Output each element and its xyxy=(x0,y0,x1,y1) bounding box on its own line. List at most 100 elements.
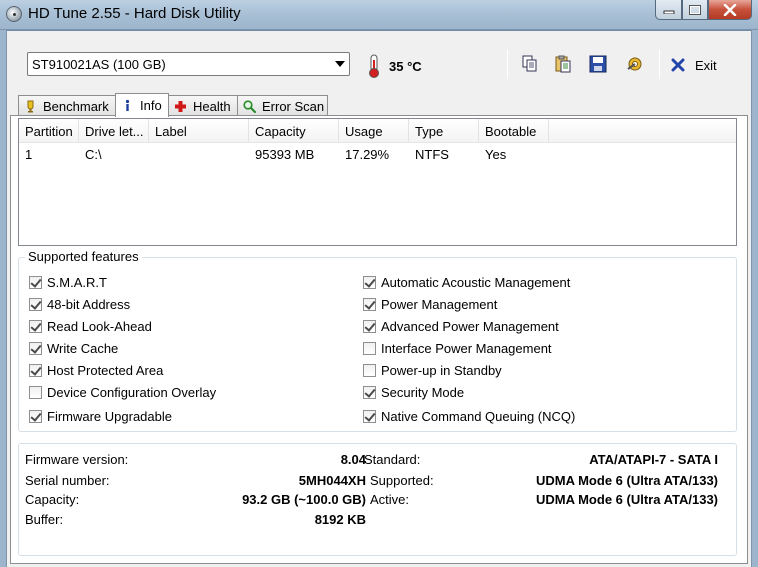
feature-automatic-acoustic-management[interactable]: Automatic Acoustic Management xyxy=(363,275,570,290)
copy-icon[interactable] xyxy=(521,55,539,73)
tab-label: Health xyxy=(193,98,231,114)
info-panel: Partition Drive let... Label Capacity Us… xyxy=(10,115,748,564)
options-icon[interactable] xyxy=(626,55,644,73)
drive-details-group: Firmware version: 8.04 Serial number: 5M… xyxy=(18,443,737,556)
minimize-icon xyxy=(663,10,674,14)
checkbox[interactable] xyxy=(29,276,42,289)
feature-label: Native Command Queuing (NCQ) xyxy=(381,409,576,424)
capacity-cell: 95393 MB xyxy=(255,147,315,162)
maximize-icon xyxy=(689,4,701,15)
close-icon xyxy=(723,3,737,16)
feature-power-up-in-standby[interactable]: Power-up in Standby xyxy=(363,363,502,378)
feature-read-look-ahead[interactable]: Read Look-Ahead xyxy=(29,319,152,334)
checkbox[interactable] xyxy=(29,342,42,355)
tab-label: Error Scan xyxy=(262,98,325,114)
exit-button[interactable]: Exit xyxy=(671,56,717,74)
column-header-partition[interactable]: Partition xyxy=(19,119,79,143)
drive-select-value: ST910021AS (100 GB) xyxy=(32,57,166,72)
feature-label: Power Management xyxy=(381,297,498,312)
feature-label: Power-up in Standby xyxy=(381,363,502,378)
partition-cell: 1 xyxy=(25,147,33,162)
column-header-capacity[interactable]: Capacity xyxy=(249,119,339,143)
capacity-label: Capacity: xyxy=(25,492,80,507)
title-bar[interactable]: HD Tune 2.55 - Hard Disk Utility xyxy=(0,0,758,30)
usage-cell: 17.29% xyxy=(345,147,390,162)
checkbox[interactable] xyxy=(29,298,42,311)
feature-ncq[interactable]: Native Command Queuing (NCQ) xyxy=(363,409,575,424)
checkbox[interactable] xyxy=(363,364,376,377)
tab-label: Benchmark xyxy=(43,98,109,114)
checkbox[interactable] xyxy=(363,276,376,289)
column-header-bootable[interactable]: Bootable xyxy=(479,119,549,143)
tab-info[interactable]: Info xyxy=(115,93,169,117)
drive-select[interactable]: ST910021AS (100 GB) xyxy=(27,52,350,76)
toolbar-separator xyxy=(507,50,508,79)
tab-benchmark[interactable]: Benchmark xyxy=(18,95,116,116)
feature-host-protected-area[interactable]: Host Protected Area xyxy=(29,363,163,378)
firmware-value: 8.04 xyxy=(340,452,366,467)
buffer-value: 8192 KB xyxy=(314,512,366,527)
tab-health[interactable]: Health xyxy=(168,95,238,116)
checkbox[interactable] xyxy=(29,386,42,399)
feature-smart[interactable]: S.M.A.R.T xyxy=(29,275,107,290)
feature-label: Automatic Acoustic Management xyxy=(381,275,571,290)
caption-buttons xyxy=(655,0,752,21)
feature-label: 48-bit Address xyxy=(47,297,131,312)
buffer-label: Buffer: xyxy=(25,512,64,527)
serial-label: Serial number: xyxy=(25,473,110,488)
feature-label: Write Cache xyxy=(47,341,119,356)
standard-label: Standard: xyxy=(364,452,421,467)
health-icon xyxy=(175,100,186,112)
feature-write-cache[interactable]: Write Cache xyxy=(29,341,118,356)
column-header-label[interactable]: Label xyxy=(149,119,249,143)
feature-power-management[interactable]: Power Management xyxy=(363,297,497,312)
supported-mode-value: UDMA Mode 6 (Ultra ATA/133) xyxy=(535,473,718,488)
info-icon xyxy=(125,99,130,111)
feature-label: Read Look-Ahead xyxy=(47,319,152,334)
temperature-readout: 35 °C xyxy=(389,59,422,74)
save-icon[interactable] xyxy=(589,55,607,73)
chevron-down-icon xyxy=(335,61,345,67)
feature-label: Firmware Upgradable xyxy=(47,409,172,424)
window-frame-left xyxy=(0,30,7,567)
feature-label: Interface Power Management xyxy=(381,341,552,356)
app-disk-icon xyxy=(6,6,22,22)
checkbox[interactable] xyxy=(363,342,376,355)
feature-firmware-upgradable[interactable]: Firmware Upgradable xyxy=(29,409,172,424)
error-scan-icon xyxy=(243,99,256,113)
supported-features-group: Supported features S.M.A.R.T 48-bit Addr… xyxy=(18,249,737,432)
serial-value: 5MH044XH xyxy=(298,473,366,488)
checkbox[interactable] xyxy=(363,410,376,423)
feature-label: Device Configuration Overlay xyxy=(47,385,217,400)
thermometer-icon xyxy=(369,54,379,78)
type-cell: NTFS xyxy=(415,147,449,162)
feature-device-configuration-overlay[interactable]: Device Configuration Overlay xyxy=(29,385,216,400)
capacity-value: 93.2 GB (~100.0 GB) xyxy=(242,492,366,507)
tab-label: Info xyxy=(140,98,162,113)
window-frame-right xyxy=(751,30,758,567)
checkbox[interactable] xyxy=(29,410,42,423)
partition-list[interactable]: Partition Drive let... Label Capacity Us… xyxy=(18,118,737,246)
active-mode-label: Active: xyxy=(370,492,410,507)
tab-error-scan[interactable]: Error Scan xyxy=(237,95,328,116)
maximize-button[interactable] xyxy=(682,0,708,20)
checkbox[interactable] xyxy=(363,298,376,311)
standard-value: ATA/ATAPI-7 - SATA I xyxy=(589,452,718,467)
feature-interface-power-management[interactable]: Interface Power Management xyxy=(363,341,552,356)
column-header-usage[interactable]: Usage xyxy=(339,119,409,143)
feature-security-mode[interactable]: Security Mode xyxy=(363,385,464,400)
close-button[interactable] xyxy=(708,0,752,20)
checkbox[interactable] xyxy=(29,364,42,377)
checkbox[interactable] xyxy=(363,386,376,399)
column-header-drive-letter[interactable]: Drive let... xyxy=(79,119,149,143)
minimize-button[interactable] xyxy=(655,0,682,20)
feature-advanced-power-management[interactable]: Advanced Power Management xyxy=(363,319,559,334)
exit-x-icon xyxy=(671,58,685,72)
checkbox[interactable] xyxy=(363,320,376,333)
supported-mode-label: Supported: xyxy=(370,473,434,488)
paste-icon[interactable] xyxy=(554,55,572,73)
checkbox[interactable] xyxy=(29,320,42,333)
feature-label: S.M.A.R.T xyxy=(47,275,107,290)
feature-48bit-address[interactable]: 48-bit Address xyxy=(29,297,130,312)
column-header-type[interactable]: Type xyxy=(409,119,479,143)
